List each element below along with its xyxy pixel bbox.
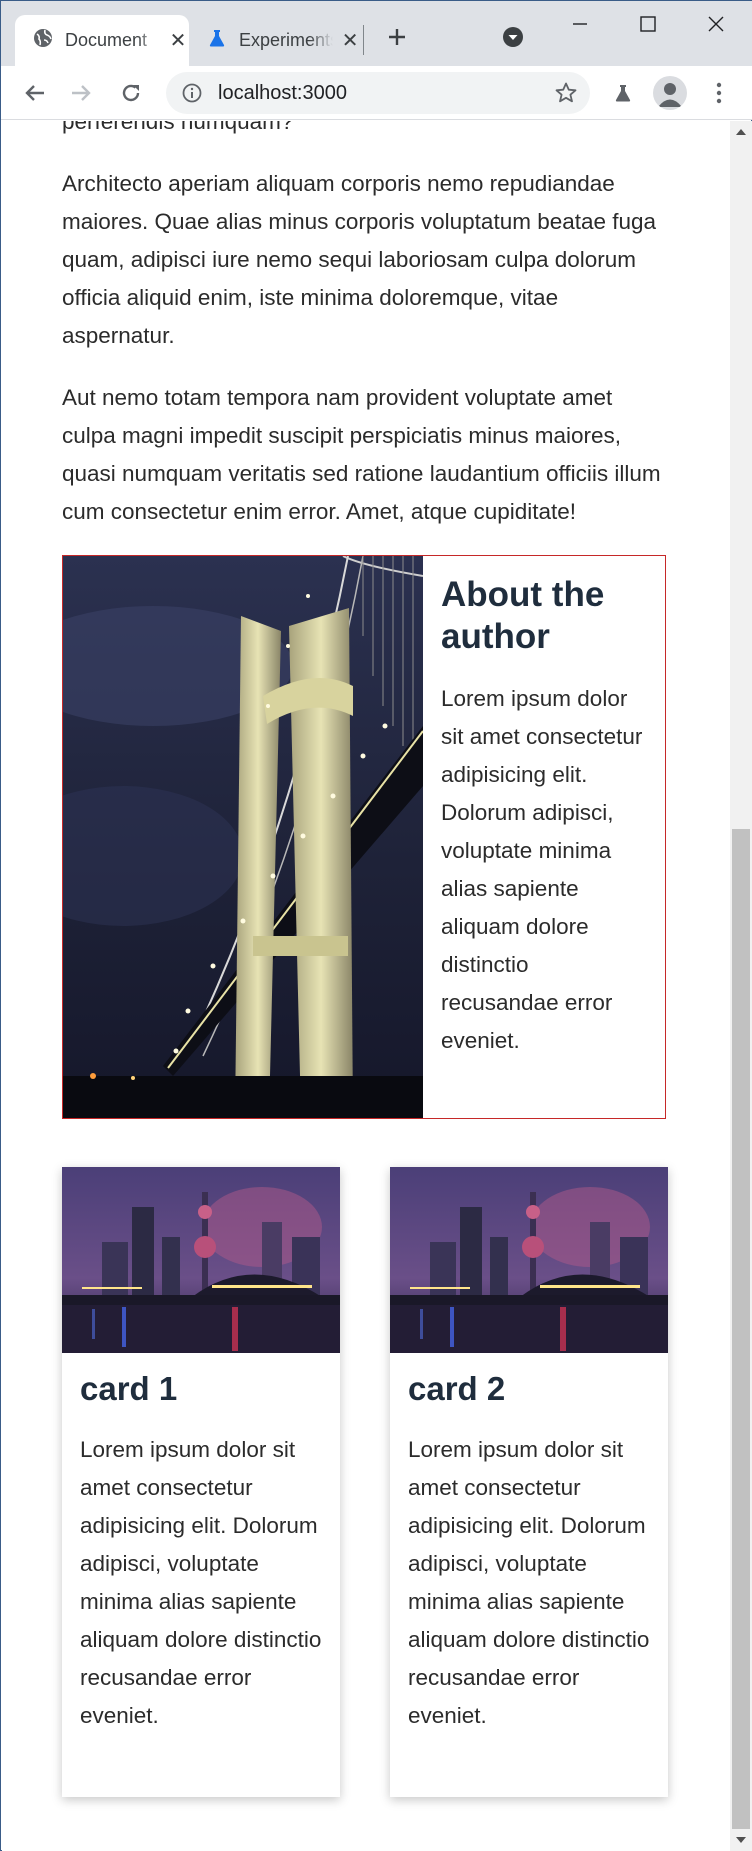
card-title: card 1 xyxy=(80,1370,178,1407)
tab-experiments[interactable]: Experiments ✕ xyxy=(191,15,361,66)
author-text: Lorem ipsum dolor sit amet consectetur a… xyxy=(441,686,643,1053)
back-arrow-icon[interactable] xyxy=(17,75,53,111)
globe-icon xyxy=(33,28,53,53)
tab-search-icon[interactable] xyxy=(497,21,529,53)
menu-kebab-icon[interactable] xyxy=(701,75,737,111)
scroll-down-arrow-icon[interactable] xyxy=(736,1837,746,1843)
about-author-box: About the author Lorem ipsum dolor sit a… xyxy=(62,555,666,1119)
scrollbar-thumb[interactable] xyxy=(732,829,750,1829)
reload-icon[interactable] xyxy=(113,75,149,111)
tab-separator xyxy=(363,25,364,55)
info-icon[interactable] xyxy=(180,81,204,105)
vertical-scrollbar[interactable] xyxy=(730,121,752,1851)
scroll-up-arrow-icon[interactable] xyxy=(736,129,746,135)
bookmark-star-icon[interactable] xyxy=(554,81,578,110)
card-grid: card 1 Lorem ipsum dolor sit amet consec… xyxy=(62,1167,668,1797)
paragraph: Aut nemo totam tempora nam provident vol… xyxy=(62,385,661,524)
paragraph: Architecto aperiam aliquam corporis nemo… xyxy=(62,171,657,348)
page-viewport: perferendis numquam? Architecto aperiam … xyxy=(2,121,730,1851)
author-heading: About the author xyxy=(441,575,605,656)
tab-document[interactable]: Document ✕ xyxy=(15,15,189,66)
tab-title: Experiments xyxy=(239,30,334,50)
card-text: Lorem ipsum dolor sit amet consectetur a… xyxy=(408,1437,650,1728)
close-tab-icon[interactable]: ✕ xyxy=(339,28,361,53)
new-tab-plus-icon[interactable] xyxy=(381,21,413,53)
browser-window: Document ✕ Experiments ✕ localhost:3000 … xyxy=(0,0,752,1851)
address-bar[interactable]: localhost:3000 xyxy=(166,72,590,114)
browser-toolbar: localhost:3000 xyxy=(1,66,752,120)
close-window-icon[interactable] xyxy=(683,1,749,47)
forward-arrow-icon[interactable] xyxy=(63,75,99,111)
city-skyline-image xyxy=(62,1167,340,1353)
card-title: card 2 xyxy=(408,1370,506,1407)
tab-title: Document xyxy=(65,30,148,50)
maximize-icon[interactable] xyxy=(615,1,681,47)
flask-icon xyxy=(207,28,227,53)
tab-strip: Document ✕ Experiments ✕ xyxy=(1,1,752,66)
bridge-photo xyxy=(63,556,423,1118)
profile-avatar-icon[interactable] xyxy=(653,76,687,110)
city-skyline-image xyxy=(390,1167,668,1353)
minimize-icon[interactable] xyxy=(547,1,613,47)
paragraph: perferendis numquam? xyxy=(62,121,294,134)
url-text: localhost:3000 xyxy=(218,81,347,104)
article: perferendis numquam? Architecto aperiam … xyxy=(62,121,668,1797)
labs-flask-icon[interactable] xyxy=(605,75,641,111)
card: card 2 Lorem ipsum dolor sit amet consec… xyxy=(390,1167,668,1797)
card: card 1 Lorem ipsum dolor sit amet consec… xyxy=(62,1167,340,1797)
card-text: Lorem ipsum dolor sit amet consectetur a… xyxy=(80,1437,322,1728)
author-info: About the author Lorem ipsum dolor sit a… xyxy=(423,556,665,1118)
close-tab-icon[interactable]: ✕ xyxy=(167,28,189,53)
